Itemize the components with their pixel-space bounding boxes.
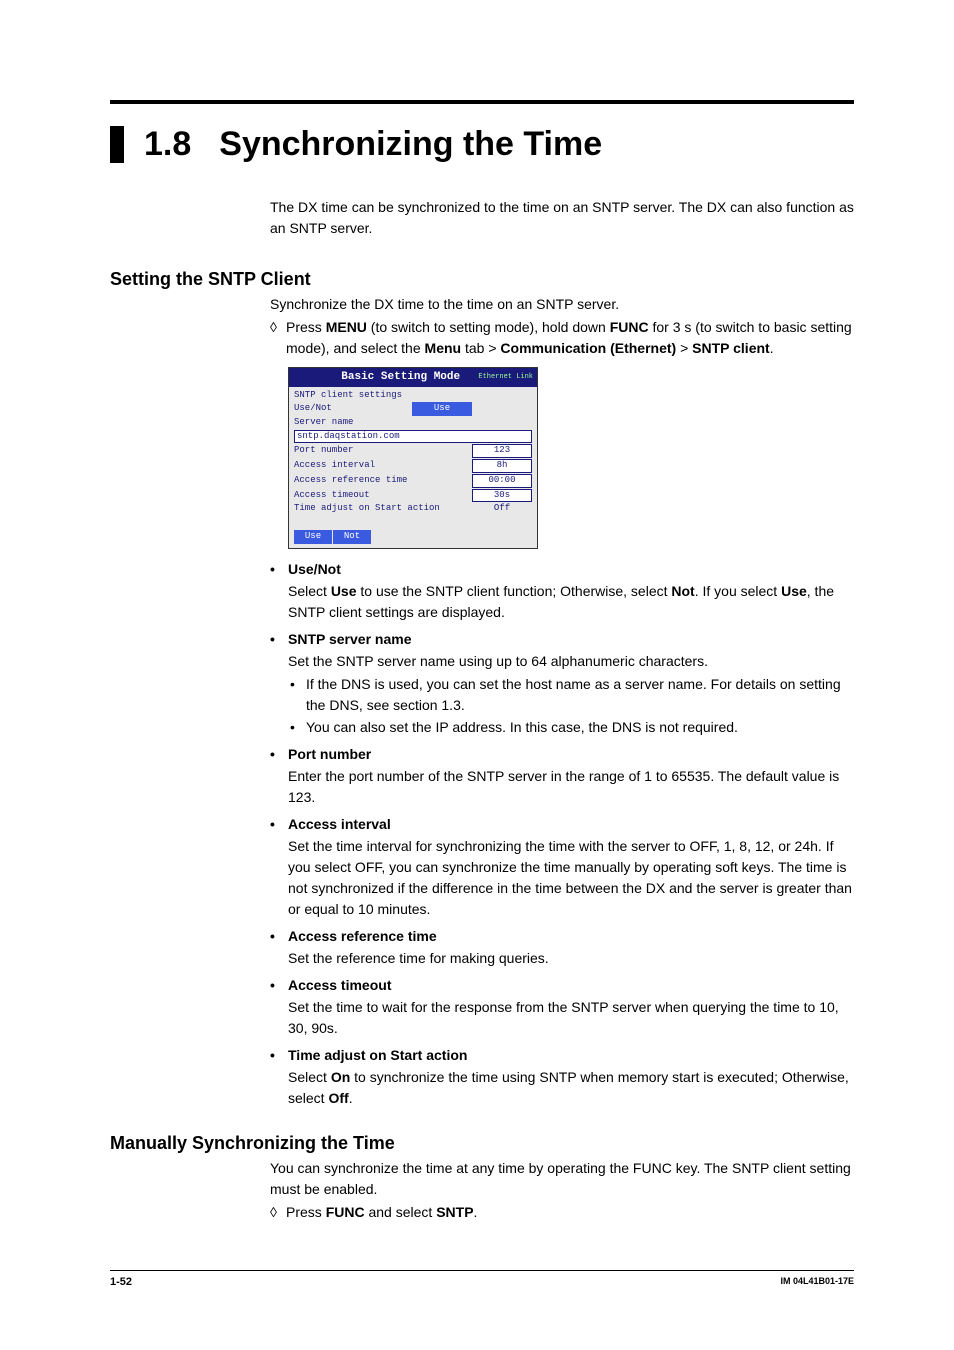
opt-port: Port number Enter the port number of the… <box>270 744 854 808</box>
field-value-interval[interactable]: 8h <box>472 459 532 473</box>
section-title: Synchronizing the Time <box>219 126 602 163</box>
opt-reftime: Access reference time Set the reference … <box>270 926 854 969</box>
screenshot-title: Basic Setting Mode <box>323 370 478 384</box>
screenshot-heading: SNTP client settings <box>294 390 532 402</box>
opt-title: Port number <box>288 744 854 765</box>
page-number: 1-52 <box>110 1276 132 1288</box>
field-label-interval: Access interval <box>294 460 375 472</box>
field-label-use: Use/Not <box>294 403 332 415</box>
proc-text: . <box>770 340 774 356</box>
manual-procedure: ◊ Press FUNC and select SNTP. <box>270 1202 854 1223</box>
proc-text: tab > <box>461 340 500 356</box>
inner-dns: If the DNS is used, you can set the host… <box>288 674 854 716</box>
softkey-use[interactable]: Use <box>294 530 333 544</box>
proc-text: Press <box>286 319 326 335</box>
field-value-reftime[interactable]: 00:00 <box>472 474 532 488</box>
key-func: FUNC <box>610 319 649 335</box>
screenshot-titlebar: Basic Setting Mode Ethernet Link <box>289 368 537 386</box>
proc-text: > <box>676 340 692 356</box>
procedure-step: ◊ Press MENU (to switch to setting mode)… <box>270 317 854 359</box>
inner-ip: You can also set the IP address. In this… <box>288 717 854 738</box>
proc-text: (to switch to setting mode), hold down <box>367 319 610 335</box>
heading-sntp-client: Setting the SNTP Client <box>110 269 854 290</box>
nav-communication: Communication (Ethernet) <box>500 340 676 356</box>
opt-title: Access reference time <box>288 926 854 947</box>
opt-title: Time adjust on Start action <box>288 1045 854 1066</box>
opt-use-not: Use/Not Select Use to use the SNTP clien… <box>270 559 854 623</box>
field-value-servername[interactable]: sntp.daqstation.com <box>294 430 532 444</box>
field-label-port: Port number <box>294 445 353 457</box>
field-label-timeout: Access timeout <box>294 490 370 502</box>
field-value-use[interactable]: Use <box>412 402 472 416</box>
page-title-row: 1.8 Synchronizing the Time <box>110 126 854 163</box>
heading-manual-sync: Manually Synchronizing the Time <box>110 1133 854 1154</box>
field-value-timeout[interactable]: 30s <box>472 489 532 503</box>
document-id: IM 04L41B01-17E <box>780 1276 854 1288</box>
menu-sntp: SNTP <box>436 1204 473 1220</box>
section-number: 1.8 <box>144 126 191 163</box>
opt-interval: Access interval Set the time interval fo… <box>270 814 854 920</box>
key-func: FUNC <box>326 1204 365 1220</box>
field-label-reftime: Access reference time <box>294 475 407 487</box>
softkey-not[interactable]: Not <box>333 530 372 544</box>
manual-lead: You can synchronize the time at any time… <box>270 1158 854 1200</box>
field-value-adjust[interactable]: Off <box>472 503 532 515</box>
field-label-servername: Server name <box>294 417 353 429</box>
field-label-adjust: Time adjust on Start action <box>294 503 440 515</box>
intro-paragraph: The DX time can be synchronized to the t… <box>270 197 854 239</box>
device-screenshot: Basic Setting Mode Ethernet Link SNTP cl… <box>288 367 538 548</box>
nav-sntp-client: SNTP client <box>692 340 770 356</box>
field-value-port[interactable]: 123 <box>472 444 532 458</box>
opt-title: Use/Not <box>288 559 854 580</box>
opt-server-name: SNTP server name Set the SNTP server nam… <box>270 629 854 738</box>
opt-title: SNTP server name <box>288 629 854 650</box>
opt-title: Access interval <box>288 814 854 835</box>
opt-title: Access timeout <box>288 975 854 996</box>
opt-adjust: Time adjust on Start action Select On to… <box>270 1045 854 1109</box>
tab-menu: Menu <box>425 340 462 356</box>
lead-text: Synchronize the DX time to the time on a… <box>270 294 854 315</box>
title-accent-bar <box>110 126 124 163</box>
key-menu: MENU <box>326 319 367 335</box>
ethernet-link-icon: Ethernet Link <box>478 374 533 381</box>
diamond-bullet-icon: ◊ <box>270 317 286 359</box>
diamond-bullet-icon: ◊ <box>270 1202 286 1223</box>
opt-timeout: Access timeout Set the time to wait for … <box>270 975 854 1039</box>
